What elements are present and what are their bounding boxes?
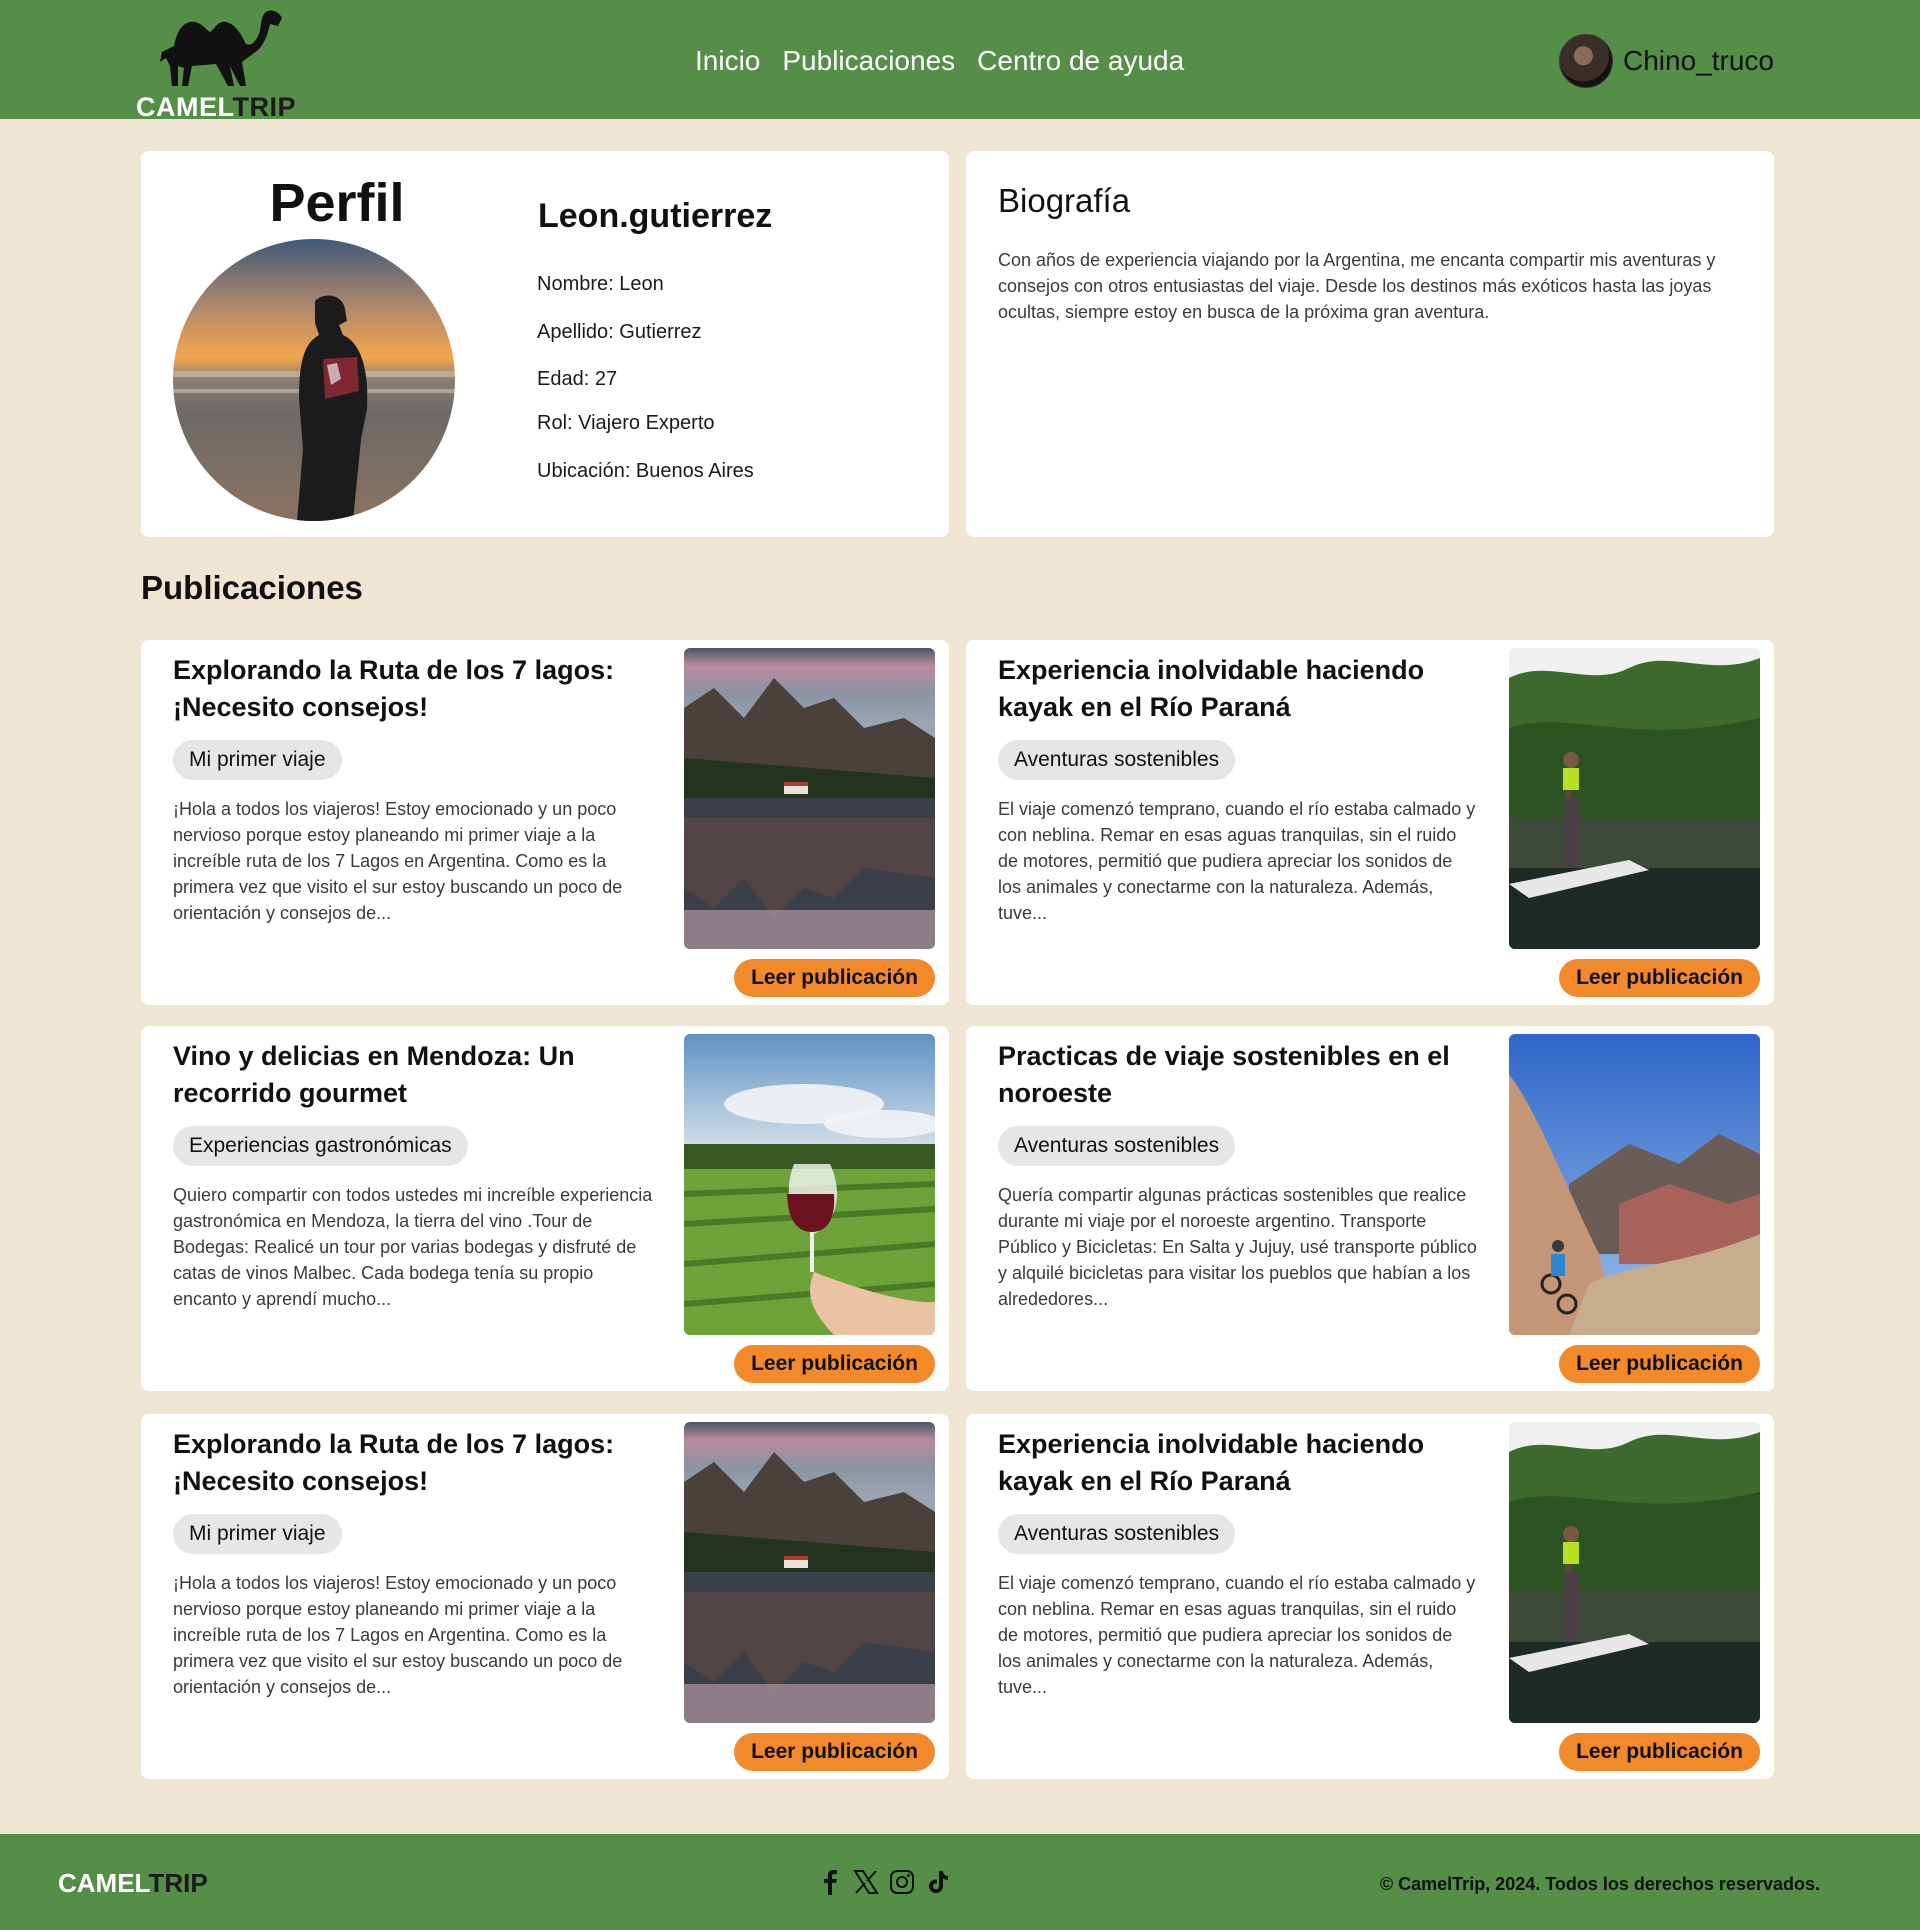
nav-publicaciones[interactable]: Publicaciones	[782, 44, 955, 78]
profile-field-nombre: Nombre: Leon	[537, 273, 664, 295]
tiktok-icon[interactable]	[924, 1868, 952, 1896]
post-title: Experiencia inolvidable haciendo kayak e…	[998, 1429, 1425, 1496]
logo-camel-text: CAMEL	[136, 92, 233, 122]
nav-inicio[interactable]: Inicio	[695, 44, 760, 78]
posts-section-title: Publicaciones	[141, 569, 363, 606]
post-image-lake	[684, 1422, 935, 1723]
read-post-button[interactable]: Leer publicación	[1559, 1345, 1760, 1383]
footer: CAMELTRIP © CamelTrip, 2024. Todos los d…	[0, 1834, 1920, 1930]
post-image-mountain-bike	[1509, 1034, 1760, 1335]
post-image-paddle	[1509, 648, 1760, 949]
post-excerpt: El viaje comenzó temprano, cuando el río…	[998, 1573, 1476, 1697]
profile-field-ubicacion: Ubicación: Buenos Aires	[537, 460, 754, 482]
profile-username: Leon.gutierrez	[538, 197, 773, 235]
nav-centro-de-ayuda[interactable]: Centro de ayuda	[977, 44, 1184, 78]
post-title: Experiencia inolvidable haciendo kayak e…	[998, 655, 1425, 722]
read-post-button[interactable]: Leer publicación	[1559, 959, 1760, 997]
facebook-icon[interactable]	[816, 1868, 844, 1896]
instagram-icon[interactable]	[888, 1868, 916, 1896]
profile-field-edad: Edad: 27	[537, 368, 618, 390]
bio-card: Biografía Con años de experiencia viajan…	[966, 151, 1774, 537]
post-title: Vino y delicias en Mendoza: Un recorrido…	[173, 1041, 575, 1108]
profile-title: Perfil	[269, 173, 405, 233]
post-image-lake	[684, 648, 935, 949]
post-image-wine	[684, 1034, 935, 1335]
x-icon[interactable]	[852, 1868, 880, 1896]
footer-logo-trip: TRIP	[148, 1868, 208, 1898]
avatar[interactable]	[1559, 34, 1614, 88]
post-excerpt: Quiero compartir con todos ustedes mi in…	[173, 1185, 653, 1309]
post-excerpt: ¡Hola a todos los viajeros! Estoy emocio…	[173, 1573, 623, 1697]
bio-text: Con años de experiencia viajando por la …	[998, 250, 1716, 322]
profile-photo-image	[173, 239, 455, 521]
read-post-button[interactable]: Leer publicación	[734, 1345, 935, 1383]
main-nav: Inicio Publicaciones Centro de ayuda	[695, 44, 1184, 78]
post-tag[interactable]: Aventuras sostenibles	[998, 740, 1236, 780]
post-tag[interactable]: Aventuras sostenibles	[998, 1126, 1236, 1166]
profile-field-rol: Rol: Viajero Experto	[537, 412, 715, 434]
post-title: Practicas de viaje sostenibles en el nor…	[998, 1041, 1450, 1108]
user-name[interactable]: Chino_truco	[1623, 44, 1774, 78]
post-title: Explorando la Ruta de los 7 lagos: ¡Nece…	[173, 1429, 615, 1496]
post-card: Explorando la Ruta de los 7 lagos: ¡Nece…	[141, 640, 949, 1005]
post-excerpt: El viaje comenzó temprano, cuando el río…	[998, 799, 1476, 923]
post-image-paddle	[1509, 1422, 1760, 1723]
logo-wordmark: CAMELTRIP	[136, 94, 296, 121]
read-post-button[interactable]: Leer publicación	[1559, 1733, 1760, 1771]
footer-logo[interactable]: CAMELTRIP	[58, 1868, 208, 1898]
bio-title: Biografía	[998, 182, 1131, 219]
post-tag[interactable]: Mi primer viaje	[173, 740, 342, 780]
post-card: Experiencia inolvidable haciendo kayak e…	[966, 640, 1774, 1005]
post-tag[interactable]: Aventuras sostenibles	[998, 1514, 1236, 1554]
camel-icon	[160, 10, 282, 86]
post-card: Experiencia inolvidable haciendo kayak e…	[966, 1414, 1774, 1779]
post-card: Explorando la Ruta de los 7 lagos: ¡Nece…	[141, 1414, 949, 1779]
user-menu[interactable]: Chino_truco	[1559, 34, 1774, 88]
read-post-button[interactable]: Leer publicación	[734, 959, 935, 997]
logo-trip-text: TRIP	[232, 92, 297, 122]
profile-field-apellido: Apellido: Gutierrez	[537, 321, 702, 343]
copyright-text: © CamelTrip, 2024. Todos los derechos re…	[1379, 1874, 1820, 1894]
post-card: Vino y delicias en Mendoza: Un recorrido…	[141, 1026, 949, 1391]
top-navbar: CAMELTRIP Inicio Publicaciones Centro de…	[0, 0, 1920, 121]
read-post-button[interactable]: Leer publicación	[734, 1733, 935, 1771]
cameltrip-logo[interactable]: CAMELTRIP	[136, 6, 306, 121]
social-links	[816, 1868, 952, 1896]
post-card: Practicas de viaje sostenibles en el nor…	[966, 1026, 1774, 1391]
post-excerpt: ¡Hola a todos los viajeros! Estoy emocio…	[173, 799, 623, 923]
post-title: Explorando la Ruta de los 7 lagos: ¡Nece…	[173, 655, 615, 722]
footer-logo-camel: CAMEL	[58, 1868, 149, 1898]
post-tag[interactable]: Mi primer viaje	[173, 1514, 342, 1554]
post-excerpt: Quería compartir algunas prácticas soste…	[998, 1185, 1477, 1309]
post-tag[interactable]: Experiencias gastronómicas	[173, 1126, 468, 1166]
profile-photo	[173, 239, 455, 521]
profile-card: Perfil Leon.gutierrez Nombre: Leon Apell…	[141, 151, 949, 537]
